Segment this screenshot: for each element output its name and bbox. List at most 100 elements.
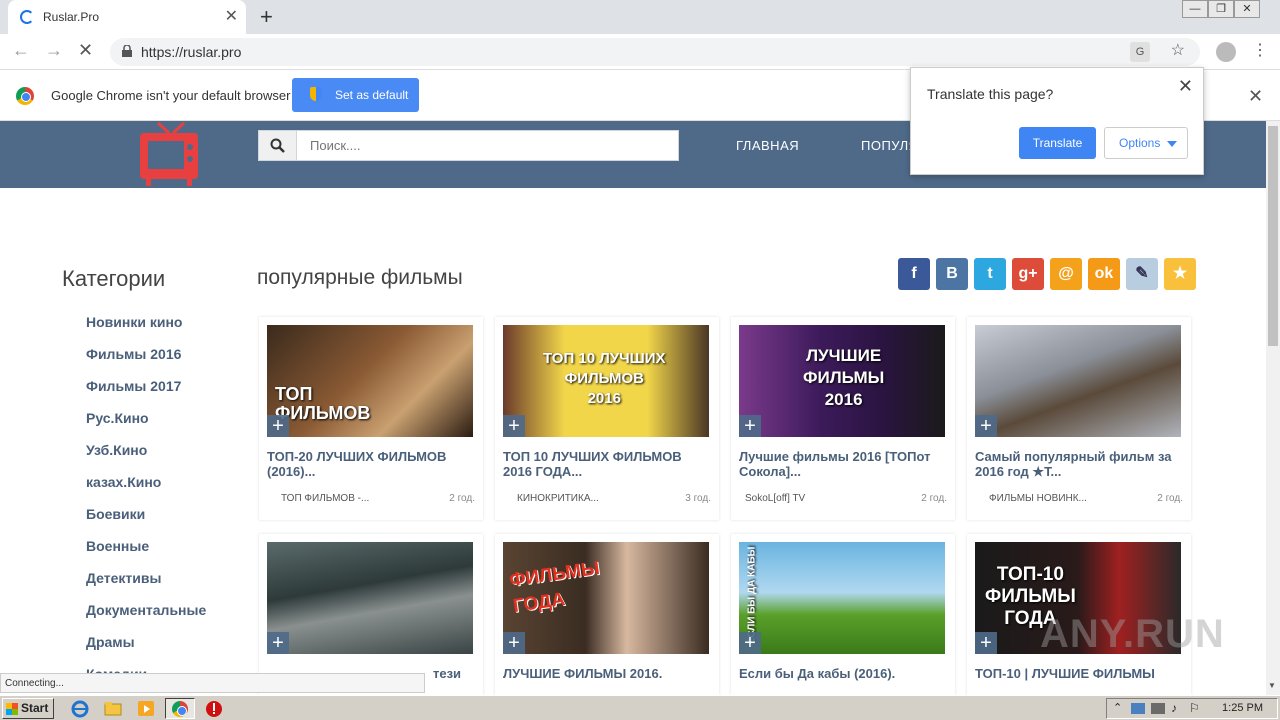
video-card[interactable]: ТОП 10 ЛУЧШИХ ФИЛЬМОВ 2016 + ТОП 10 ЛУЧШ… — [495, 317, 719, 520]
translate-icon[interactable]: G — [1130, 42, 1150, 62]
video-thumbnail[interactable]: + — [975, 325, 1181, 437]
tray-expand-icon[interactable]: ⌃ — [1113, 701, 1122, 714]
chrome-menu-icon[interactable]: ⋮ — [1252, 40, 1268, 60]
search-input[interactable] — [298, 131, 678, 160]
category-link[interactable]: Документальные — [86, 602, 206, 634]
add-plus-icon[interactable]: + — [267, 415, 289, 437]
googleplus-icon[interactable]: g+ — [1012, 258, 1044, 290]
video-thumbnail[interactable]: ТОП 10 ЛУЧШИХ ФИЛЬМОВ 2016 + — [503, 325, 709, 437]
video-card[interactable]: ЕСЛИ БЫ ДА КАБЫ + Если бы Да кабы (2016)… — [731, 534, 955, 695]
video-card[interactable]: ЛУЧШИЕ ФИЛЬМЫ 2016 + Лучшие фильмы 2016 … — [731, 317, 955, 520]
stop-sign-icon[interactable] — [204, 699, 224, 718]
category-link[interactable]: Узб.Кино — [86, 442, 206, 474]
category-link[interactable]: Детективы — [86, 570, 206, 602]
tv-logo-icon[interactable] — [138, 121, 200, 187]
video-card[interactable]: ФИЛЬМЫ ГОДА + ЛУЧШИЕ ФИЛЬМЫ 2016. — [495, 534, 719, 695]
vk-icon[interactable]: B — [936, 258, 968, 290]
facebook-icon[interactable]: f — [898, 258, 930, 290]
media-player-icon[interactable] — [136, 699, 156, 718]
scrollbar-thumb[interactable] — [1268, 126, 1278, 346]
video-title[interactable]: ТОП-10 | ЛУЧШИЕ ФИЛЬМЫ — [975, 666, 1185, 681]
new-tab-button[interactable]: + — [260, 4, 273, 30]
infobar-close-icon[interactable]: ✕ — [1248, 86, 1263, 107]
add-plus-icon[interactable]: + — [975, 415, 997, 437]
taskbar-clock[interactable]: 1:25 PM — [1222, 702, 1263, 714]
search-button[interactable] — [259, 131, 297, 160]
status-bubble: Connecting... — [0, 673, 425, 693]
category-link[interactable]: Драмы — [86, 634, 206, 666]
volume-icon[interactable]: ♪ — [1171, 701, 1177, 715]
add-plus-icon[interactable]: + — [739, 632, 761, 654]
category-link[interactable]: Рус.Кино — [86, 410, 206, 442]
stop-icon[interactable]: ✕ — [78, 40, 93, 61]
action-center-flag-icon[interactable]: ⚐ — [1189, 701, 1200, 715]
translate-popup: Translate this page? ✕ Translate Options — [910, 67, 1204, 175]
restore-button[interactable]: ❐ — [1208, 0, 1234, 18]
bookmark-star-icon[interactable]: ★ — [1164, 258, 1196, 290]
video-age: 2 год. — [1157, 493, 1183, 504]
video-card[interactable]: ТОП ФИЛЬМОВ + ТОП-20 ЛУЧШИХ ФИЛЬМОВ (201… — [259, 317, 483, 520]
category-link[interactable]: Боевики — [86, 506, 206, 538]
video-thumbnail[interactable]: ЕСЛИ БЫ ДА КАБЫ + — [739, 542, 945, 654]
page-scrollbar[interactable]: ▼ — [1266, 121, 1280, 695]
add-plus-icon[interactable]: + — [975, 632, 997, 654]
internet-explorer-icon[interactable] — [70, 699, 90, 718]
mailru-icon[interactable]: @ — [1050, 258, 1082, 290]
tab-title: Ruslar.Pro — [43, 10, 100, 24]
bookmark-star-icon[interactable]: ☆ — [1171, 40, 1185, 60]
video-title[interactable]: тези — [433, 666, 473, 681]
translate-close-icon[interactable]: ✕ — [1178, 76, 1193, 97]
livejournal-icon[interactable]: ✎ — [1126, 258, 1158, 290]
channel-name[interactable]: ТОП ФИЛЬМОВ -... — [281, 493, 369, 504]
nav-home[interactable]: ГЛАВНАЯ — [736, 138, 799, 153]
windows-taskbar: Start ⌃ ♪ ⚐ 1:25 PM — [0, 695, 1280, 720]
video-title[interactable]: ТОП 10 ЛУЧШИХ ФИЛЬМОВ 2016 ГОДА... — [503, 449, 713, 479]
odnoklassniki-icon[interactable]: ok — [1088, 258, 1120, 290]
category-link[interactable]: Новинки кино — [86, 314, 206, 346]
set-as-default-button[interactable]: Set as default — [292, 78, 419, 112]
display-icon[interactable] — [1151, 703, 1165, 714]
address-bar[interactable]: https://ruslar.pro G ☆ — [110, 38, 1200, 66]
category-link[interactable]: Фильмы 2016 — [86, 346, 206, 378]
browser-tab[interactable]: Ruslar.Pro ✕ — [8, 0, 246, 34]
video-thumbnail[interactable]: ФИЛЬМЫ ГОДА + — [503, 542, 709, 654]
add-plus-icon[interactable]: + — [503, 632, 525, 654]
category-link[interactable]: казах.Кино — [86, 474, 206, 506]
video-thumbnail[interactable]: ТОП ФИЛЬМОВ + — [267, 325, 473, 437]
video-age: 3 год. — [685, 493, 711, 504]
video-title[interactable]: ЛУЧШИЕ ФИЛЬМЫ 2016. — [503, 666, 713, 681]
tab-close-icon[interactable]: ✕ — [225, 6, 238, 26]
add-plus-icon[interactable]: + — [267, 632, 289, 654]
window-close-button[interactable]: ✕ — [1234, 0, 1260, 18]
category-link[interactable]: Фильмы 2017 — [86, 378, 206, 410]
video-title[interactable]: Самый популярный фильм за 2016 год ★Т... — [975, 449, 1185, 479]
search-icon — [270, 138, 285, 153]
channel-name[interactable]: ФИЛЬМЫ НОВИНК... — [989, 493, 1087, 504]
translate-button[interactable]: Translate — [1019, 127, 1096, 159]
url-text: https://ruslar.pro — [141, 44, 242, 60]
add-plus-icon[interactable]: + — [739, 415, 761, 437]
translate-options-button[interactable]: Options — [1104, 127, 1188, 159]
forward-icon[interactable]: → — [45, 40, 63, 61]
video-title[interactable]: Лучшие фильмы 2016 [ТОПот Сокола]... — [739, 449, 949, 479]
start-button[interactable]: Start — [2, 698, 54, 719]
scroll-down-icon[interactable]: ▼ — [1268, 681, 1276, 690]
minimize-button[interactable]: — — [1182, 0, 1208, 18]
video-title[interactable]: ТОП-20 ЛУЧШИХ ФИЛЬМОВ (2016)... — [267, 449, 477, 479]
category-link[interactable]: Военные — [86, 538, 206, 570]
twitter-icon[interactable]: t — [974, 258, 1006, 290]
file-explorer-icon[interactable] — [103, 699, 123, 718]
video-thumbnail[interactable]: ЛУЧШИЕ ФИЛЬМЫ 2016 + — [739, 325, 945, 437]
video-title[interactable]: Если бы Да кабы (2016). — [739, 666, 949, 681]
video-card[interactable]: + тези — [259, 534, 483, 695]
chrome-logo-icon — [172, 701, 188, 717]
channel-name[interactable]: КИНОКРИТИКА... — [517, 493, 599, 504]
network-icon[interactable] — [1131, 703, 1145, 714]
channel-name[interactable]: SokoL[off] TV — [745, 493, 805, 504]
profile-avatar[interactable] — [1216, 42, 1236, 62]
video-card[interactable]: + Самый популярный фильм за 2016 год ★Т.… — [967, 317, 1191, 520]
video-thumbnail[interactable]: + — [267, 542, 473, 654]
add-plus-icon[interactable]: + — [503, 415, 525, 437]
chrome-taskbar-button[interactable] — [165, 698, 195, 719]
back-icon[interactable]: ← — [12, 40, 30, 61]
